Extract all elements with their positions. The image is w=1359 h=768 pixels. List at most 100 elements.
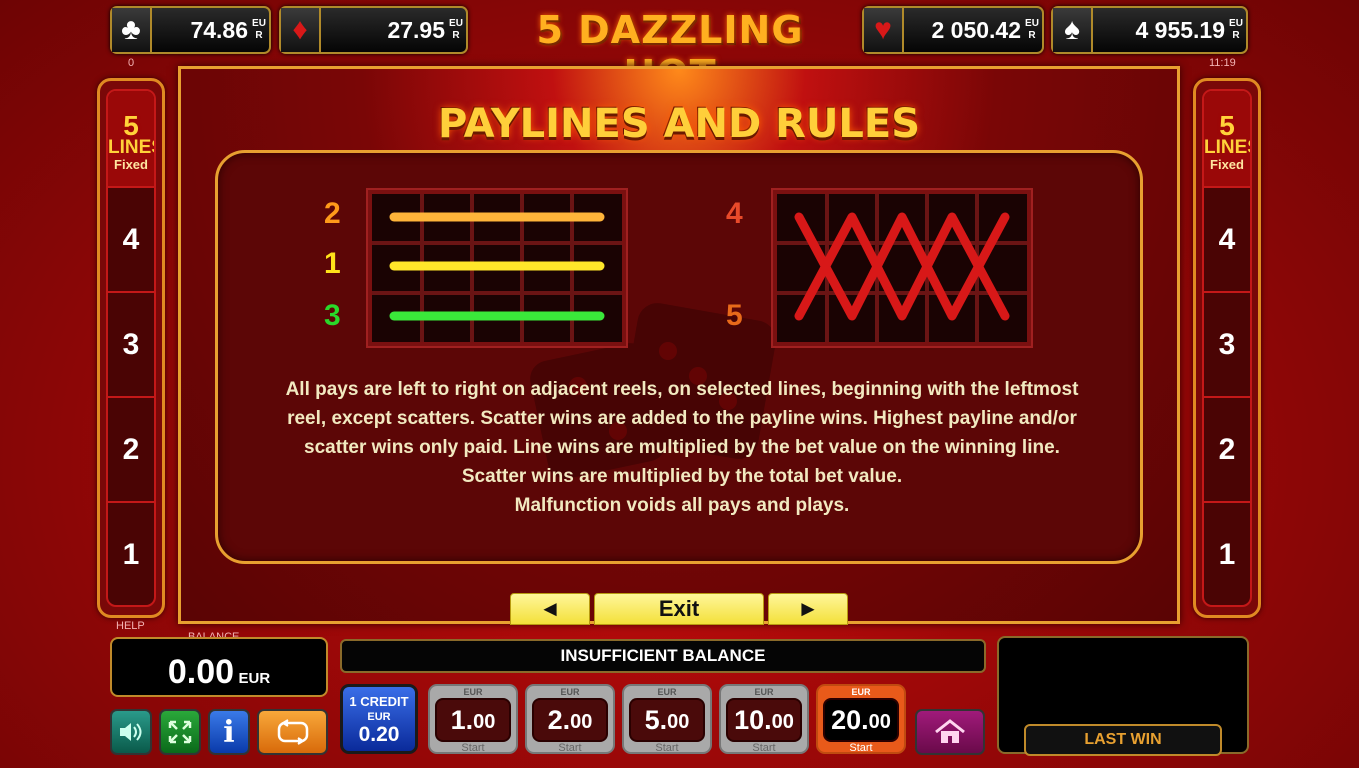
bet-button-20[interactable]: EUR 20. 00 Start xyxy=(816,684,906,754)
jackpot-value: 4 955.19 xyxy=(1135,16,1225,43)
jackpot-value: 74.86 xyxy=(190,16,248,43)
lines-count: 5 xyxy=(123,110,139,141)
line-marker: 1 xyxy=(108,501,154,605)
jackpot-diamonds: ♦ 27.95 EUR xyxy=(279,6,468,54)
game-title: 5 DAZZLING HOT xyxy=(536,8,804,96)
rule-line: reel, except scatters. Scatter wins are … xyxy=(287,408,1077,429)
clock: 11:19 xyxy=(1209,57,1236,69)
bet-currency: EUR xyxy=(657,687,677,697)
bet-start-label: Start xyxy=(849,742,873,754)
club-icon: ♣ xyxy=(112,8,152,52)
jackpot-hearts: ♥ 2 050.42 EUR xyxy=(862,6,1044,54)
bet-currency: EUR xyxy=(463,687,483,697)
bet-decimals: 00 xyxy=(667,711,690,733)
fullscreen-icon xyxy=(168,720,192,744)
balance-display: 0.00 EUR xyxy=(110,637,328,697)
last-win-label: LAST WIN xyxy=(1024,724,1222,756)
prev-page-button[interactable]: ◄ xyxy=(510,593,590,625)
line-marker: 3 xyxy=(1204,291,1250,396)
bet-currency: EUR xyxy=(560,687,580,697)
bet-value: 2. xyxy=(547,704,571,735)
rule-line: Malfunction voids all pays and plays. xyxy=(514,495,850,516)
payline-number: 4 xyxy=(726,197,743,230)
lines-mode: Fixed xyxy=(1210,157,1244,172)
credit-currency: EUR xyxy=(367,711,391,723)
bet-currency: EUR xyxy=(754,687,774,697)
jackpot-value: 27.95 xyxy=(387,16,445,43)
exit-button[interactable]: Exit xyxy=(594,593,764,625)
bet-currency: EUR xyxy=(851,687,871,697)
jackpot-currency: EUR xyxy=(1229,18,1243,41)
lines-header: 5 LINES Fixed xyxy=(108,91,154,186)
arrow-right-icon: ► xyxy=(797,596,819,621)
sound-button[interactable] xyxy=(110,709,152,755)
payline-number: 1 xyxy=(324,247,341,280)
rule-line: All pays are left to right on adjacent r… xyxy=(285,379,1079,400)
fullscreen-button[interactable] xyxy=(159,709,201,755)
bet-button-2[interactable]: EUR 2. 00 Start xyxy=(525,684,615,754)
rules-panel: PAYLINES AND RULES 2 1 3 4 5 All pays ar… xyxy=(178,66,1180,624)
jackpot-currency: EUR xyxy=(252,18,266,41)
jackpot-clubs: ♣ 74.86 EUR xyxy=(110,6,271,54)
spade-icon: ♠ xyxy=(1053,8,1093,52)
rule-line: Scatter wins are multiplied by the total… xyxy=(461,466,903,487)
bet-start-label: Start xyxy=(655,742,679,754)
jackpot-value: 2 050.42 xyxy=(931,16,1021,43)
line-marker: 2 xyxy=(1204,396,1250,501)
info-button[interactable]: i xyxy=(208,709,250,755)
speaker-icon xyxy=(120,723,142,741)
bet-button-5[interactable]: EUR 5. 00 Start xyxy=(622,684,712,754)
jackpot-currency: EUR xyxy=(449,18,463,41)
payline-number: 5 xyxy=(726,299,743,332)
credit-value-button[interactable]: 1 CREDIT EUR 0.20 xyxy=(340,684,418,754)
bet-decimals: 00 xyxy=(473,711,496,733)
line-marker: 4 xyxy=(108,186,154,291)
bet-value: 5. xyxy=(644,704,668,735)
lines-header: 5 LINES Fixed xyxy=(1204,91,1250,186)
bet-start-label: Start xyxy=(752,742,776,754)
jackpot-spades: ♠ 4 955.19 EUR xyxy=(1051,6,1248,54)
bet-value: 10. xyxy=(734,704,772,735)
payline-diagram-zigzag xyxy=(771,188,1033,348)
line-marker: 4 xyxy=(1204,186,1250,291)
bet-decimals: 00 xyxy=(771,711,794,733)
line-marker: 2 xyxy=(108,396,154,501)
balance-value: 0.00 xyxy=(167,653,235,691)
bet-button-1[interactable]: EUR 1. 00 Start xyxy=(428,684,518,754)
lines-column-left: 5 LINES Fixed 4 3 2 1 xyxy=(97,78,165,618)
home-button[interactable] xyxy=(915,709,985,755)
balance-currency: EUR xyxy=(238,670,271,687)
help-label: HELP xyxy=(116,620,145,632)
bet-button-10[interactable]: EUR 10. 00 Start xyxy=(719,684,809,754)
panel-title: PAYLINES AND RULES xyxy=(437,101,921,147)
arrow-left-icon: ◄ xyxy=(539,596,561,621)
payline-number: 2 xyxy=(324,197,341,230)
lines-label: LINES xyxy=(108,137,154,158)
line-marker: 1 xyxy=(1204,501,1250,605)
rules-box: 2 1 3 4 5 All pays are left to right on … xyxy=(215,150,1143,564)
session-counter: 0 xyxy=(128,57,135,69)
next-page-button[interactable]: ► xyxy=(768,593,848,625)
info-icon: i xyxy=(223,714,235,750)
bet-value: 20. xyxy=(831,704,869,735)
bet-decimals: 00 xyxy=(868,711,891,733)
jackpot-currency: EUR xyxy=(1025,18,1039,41)
heart-icon: ♥ xyxy=(864,8,904,52)
credit-label: 1 CREDIT xyxy=(349,694,409,709)
autoplay-button[interactable] xyxy=(257,709,328,755)
bet-value: 1. xyxy=(450,704,474,735)
rules-text: All pays are left to right on adjacent r… xyxy=(236,375,1128,520)
autoplay-icon xyxy=(277,719,308,745)
lines-count: 5 xyxy=(1219,110,1235,141)
status-message: INSUFFICIENT BALANCE xyxy=(340,639,986,673)
line-marker: 3 xyxy=(108,291,154,396)
lines-column-right: 5 LINES Fixed 4 3 2 1 xyxy=(1193,78,1261,618)
bet-start-label: Start xyxy=(558,742,582,754)
bet-decimals: 00 xyxy=(570,711,593,733)
home-icon xyxy=(935,719,965,743)
diamond-icon: ♦ xyxy=(281,8,321,52)
exit-label: Exit xyxy=(658,596,700,621)
lines-mode: Fixed xyxy=(114,157,148,172)
lines-label: LINES xyxy=(1204,137,1250,158)
credit-value: 0.20 xyxy=(358,723,400,746)
